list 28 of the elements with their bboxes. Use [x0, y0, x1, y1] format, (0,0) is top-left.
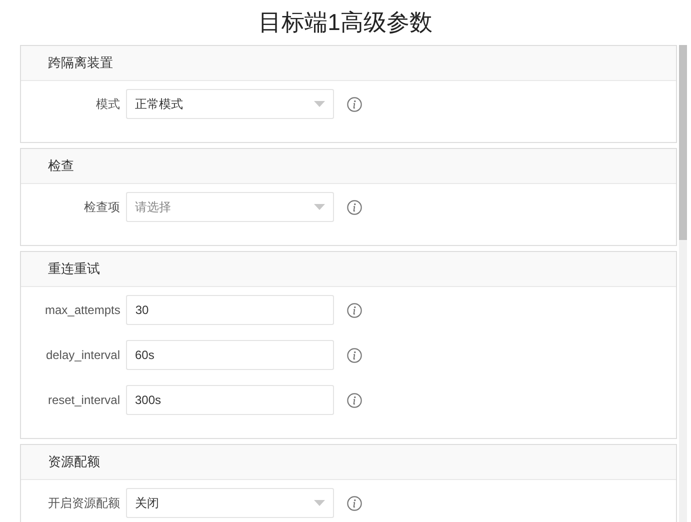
section-header: 检查 — [21, 149, 676, 184]
scrollbar-thumb[interactable] — [679, 45, 687, 240]
info-icon[interactable] — [347, 496, 362, 510]
input-field[interactable]: 30 — [126, 295, 334, 325]
section-header: 资源配额 — [21, 445, 676, 480]
page-title: 目标端1高级参数 — [258, 8, 434, 37]
field-label: 开启资源配额 — [47, 495, 120, 512]
input-field[interactable]: 60s — [126, 340, 334, 370]
field-label: reset_interval — [46, 392, 120, 409]
info-icon[interactable] — [347, 200, 362, 214]
info-icon[interactable] — [347, 392, 362, 408]
info-icon[interactable] — [347, 302, 362, 318]
info-icon[interactable] — [347, 348, 362, 362]
input-field[interactable]: 300s — [126, 385, 334, 415]
section-header: 重连重试 — [21, 252, 676, 287]
section-header: 跨隔离装置 — [21, 46, 676, 81]
info-icon[interactable] — [347, 96, 362, 112]
caret-icon — [314, 500, 325, 506]
field-label: delay_interval — [44, 347, 120, 364]
select-field[interactable]: 请选择 — [126, 192, 334, 222]
scrollbar[interactable] — [679, 45, 687, 522]
field-label: max_attempts — [44, 302, 120, 319]
select-field[interactable]: 关闭 — [126, 488, 334, 518]
caret-icon — [314, 101, 325, 107]
field-label: 模式 — [95, 96, 120, 113]
caret-icon — [314, 204, 325, 210]
select-field[interactable]: 正常模式 — [126, 89, 334, 119]
field-label: 检查项 — [83, 199, 120, 216]
